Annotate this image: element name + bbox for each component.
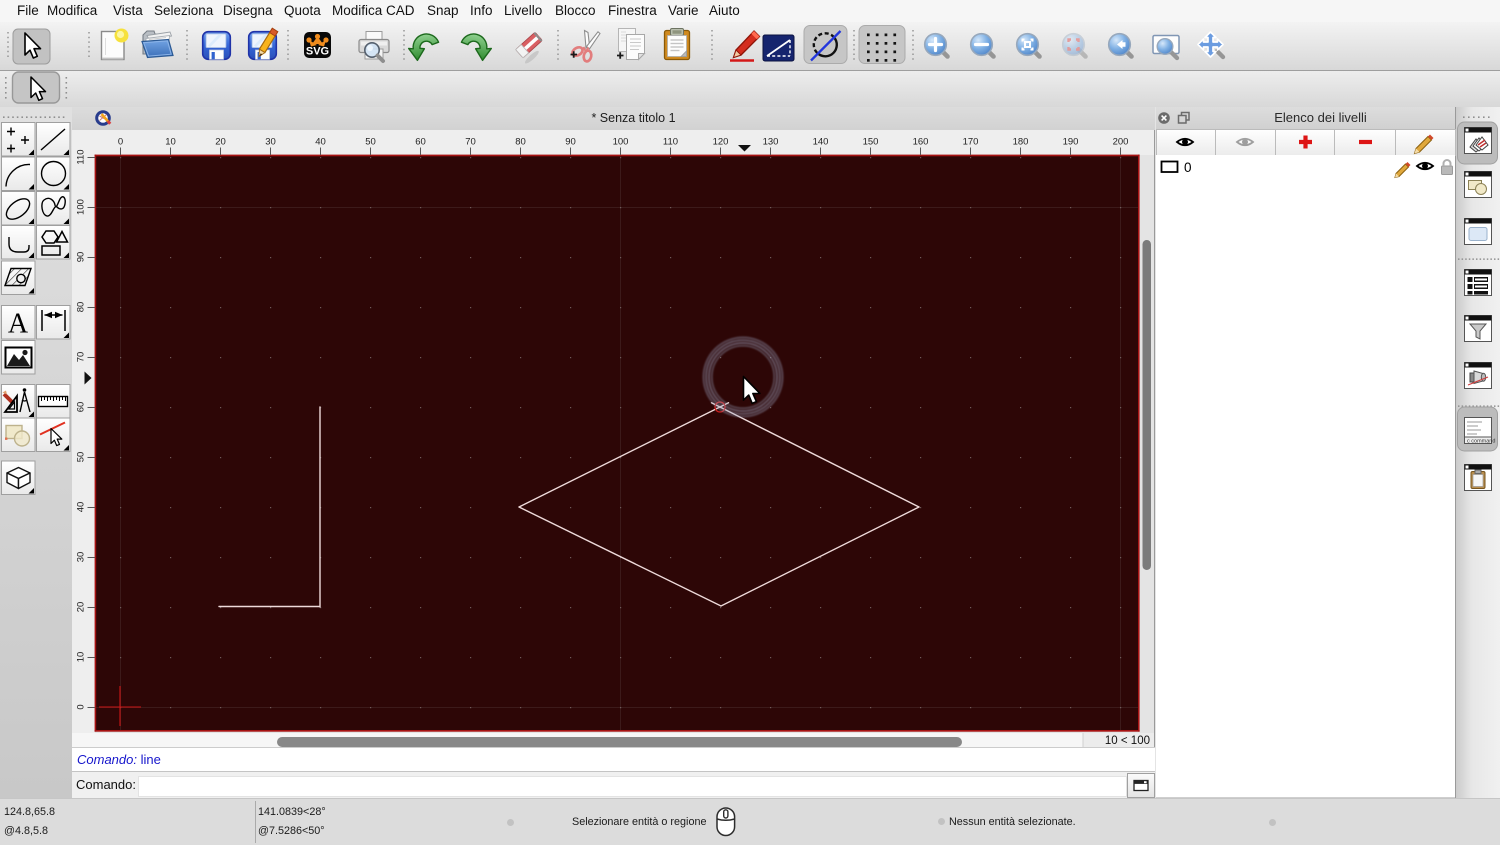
svg-text:50: 50 bbox=[365, 137, 376, 148]
svg-text:130: 130 bbox=[763, 137, 779, 148]
svg-text:20: 20 bbox=[215, 137, 226, 148]
svg-text:160: 160 bbox=[913, 137, 929, 148]
svg-text:10 < 100: 10 < 100 bbox=[1105, 735, 1150, 747]
svg-text:SVG: SVG bbox=[306, 46, 329, 58]
svg-text:190: 190 bbox=[1063, 137, 1079, 148]
svg-text:200: 200 bbox=[1113, 137, 1129, 148]
svg-text:90: 90 bbox=[565, 137, 576, 148]
svg-text:c command: c command bbox=[1467, 439, 1495, 445]
svg-text:10: 10 bbox=[76, 652, 87, 663]
svg-text:110: 110 bbox=[76, 149, 87, 164]
svg-text:170: 170 bbox=[963, 137, 979, 148]
svg-text:150: 150 bbox=[863, 137, 879, 148]
svg-text:70: 70 bbox=[465, 137, 476, 148]
svg-text:60: 60 bbox=[76, 402, 87, 413]
svg-text:140: 140 bbox=[813, 137, 829, 148]
svg-text:A: A bbox=[8, 309, 29, 340]
svg-text:80: 80 bbox=[76, 302, 87, 313]
svg-text:120: 120 bbox=[713, 137, 729, 148]
svg-text:70: 70 bbox=[76, 352, 87, 363]
svg-text:180: 180 bbox=[1013, 137, 1029, 148]
svg-text:0: 0 bbox=[1184, 160, 1192, 175]
svg-text:30: 30 bbox=[76, 552, 87, 563]
svg-text:60: 60 bbox=[415, 137, 426, 148]
svg-text:10: 10 bbox=[165, 137, 176, 148]
svg-text:100: 100 bbox=[613, 137, 629, 148]
svg-text:50: 50 bbox=[76, 452, 87, 463]
svg-text:80: 80 bbox=[515, 137, 526, 148]
svg-text:0: 0 bbox=[76, 704, 87, 709]
svg-text:40: 40 bbox=[315, 137, 326, 148]
svg-text:90: 90 bbox=[76, 252, 87, 263]
svg-text:110: 110 bbox=[663, 137, 678, 148]
svg-text:0: 0 bbox=[118, 137, 123, 148]
svg-text:40: 40 bbox=[76, 502, 87, 513]
svg-text:30: 30 bbox=[265, 137, 276, 148]
svg-text:100: 100 bbox=[76, 199, 87, 215]
svg-text:20: 20 bbox=[76, 602, 87, 613]
